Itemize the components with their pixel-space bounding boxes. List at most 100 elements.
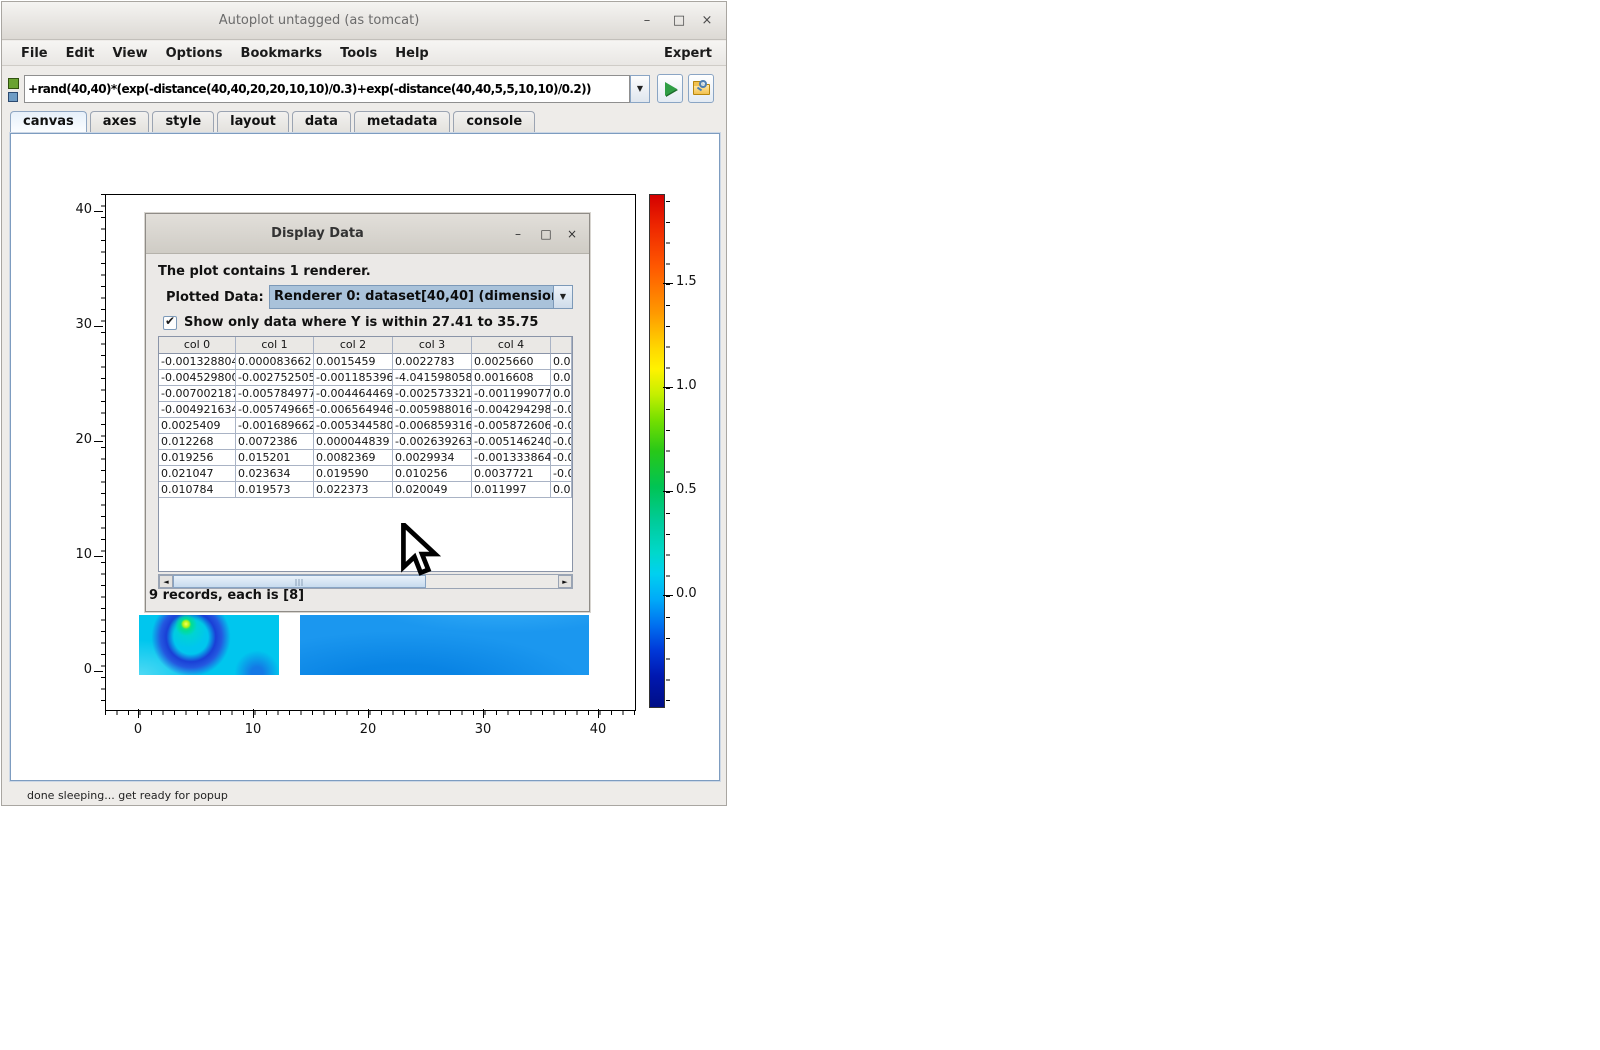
dialog-minimize-button[interactable]: – bbox=[507, 223, 529, 245]
x-tick-label: 20 bbox=[348, 722, 388, 737]
dialog-close-button[interactable]: × bbox=[561, 223, 583, 245]
table-cell[interactable]: 0.019256 bbox=[159, 450, 236, 466]
table-cell[interactable]: -0.006859316... bbox=[393, 418, 472, 434]
table-cell[interactable]: -0.001689662... bbox=[236, 418, 314, 434]
scrollbar-thumb[interactable] bbox=[173, 575, 426, 588]
column-header[interactable]: col 3 bbox=[393, 337, 472, 354]
tab-style[interactable]: style bbox=[152, 111, 214, 133]
table-cell[interactable]: 0.020049 bbox=[393, 482, 472, 498]
column-header[interactable]: col 1 bbox=[236, 337, 314, 354]
table-cell[interactable]: -0.001185396... bbox=[314, 370, 393, 386]
table-cell[interactable]: 0.0016608 bbox=[472, 370, 551, 386]
tab-metadata[interactable]: metadata bbox=[354, 111, 450, 133]
scroll-right-arrow-icon[interactable]: ► bbox=[558, 575, 572, 588]
table-cell[interactable]: -0.005749665... bbox=[236, 402, 314, 418]
table-cell[interactable]: -0.005784977... bbox=[236, 386, 314, 402]
table-cell[interactable]: -0.005872606... bbox=[472, 418, 551, 434]
table-cell[interactable]: -0.0 bbox=[551, 418, 572, 434]
table-cell[interactable]: -0.0 bbox=[551, 466, 572, 482]
table-cell[interactable]: -0.005146240... bbox=[472, 434, 551, 450]
table-cell[interactable]: 0.010784 bbox=[159, 482, 236, 498]
table-cell[interactable]: 0.0037721 bbox=[472, 466, 551, 482]
menu-item-edit[interactable]: Edit bbox=[57, 43, 104, 64]
horizontal-scrollbar[interactable]: ◄ ► bbox=[158, 574, 573, 589]
expert-mode-label[interactable]: Expert bbox=[664, 46, 716, 61]
table-cell[interactable]: -0.004294298... bbox=[472, 402, 551, 418]
table-cell[interactable]: -0.002639263... bbox=[393, 434, 472, 450]
table-cell[interactable]: -0.0 bbox=[551, 450, 572, 466]
table-cell[interactable]: 0.000044839 bbox=[314, 434, 393, 450]
table-cell[interactable]: -0.001199077... bbox=[472, 386, 551, 402]
table-cell[interactable]: 0.011997 bbox=[472, 482, 551, 498]
table-cell[interactable]: 0.00 bbox=[551, 354, 572, 370]
table-cell[interactable]: 0.010256 bbox=[393, 466, 472, 482]
data-table[interactable]: col 0col 1col 2col 3col 4 -0.001328804...… bbox=[158, 336, 573, 572]
menu-item-view[interactable]: View bbox=[103, 43, 156, 64]
column-header[interactable] bbox=[551, 337, 572, 354]
table-cell[interactable]: -0.005344580... bbox=[314, 418, 393, 434]
table-cell[interactable]: -0.004921634... bbox=[159, 402, 236, 418]
table-cell[interactable]: 0.019573 bbox=[236, 482, 314, 498]
table-cell[interactable]: -0.001333864... bbox=[472, 450, 551, 466]
menu-item-options[interactable]: Options bbox=[157, 43, 232, 64]
table-cell[interactable]: 0.0082369 bbox=[314, 450, 393, 466]
filter-checkbox[interactable]: ✔ bbox=[163, 316, 177, 330]
table-cell[interactable]: -0.004529800... bbox=[159, 370, 236, 386]
column-header[interactable]: col 2 bbox=[314, 337, 393, 354]
menu-item-tools[interactable]: Tools bbox=[331, 43, 386, 64]
minimize-button[interactable]: – bbox=[636, 10, 658, 32]
table-cell[interactable]: 0.021047 bbox=[159, 466, 236, 482]
table-cell[interactable]: 0.0029934 bbox=[393, 450, 472, 466]
uri-input[interactable]: +rand(40,40)*(exp(-distance(40,40,20,20,… bbox=[24, 75, 630, 103]
table-cell[interactable]: 0.00 bbox=[551, 482, 572, 498]
maximize-button[interactable]: □ bbox=[668, 10, 690, 32]
table-cell[interactable]: 0.019590 bbox=[314, 466, 393, 482]
table-cell[interactable]: -0.006564946... bbox=[314, 402, 393, 418]
table-cell[interactable]: 0.023634 bbox=[236, 466, 314, 482]
dialog-maximize-button[interactable]: □ bbox=[535, 223, 557, 245]
tab-console[interactable]: console bbox=[453, 111, 535, 133]
table-cell[interactable]: -0.002573321... bbox=[393, 386, 472, 402]
x-tick-label: 30 bbox=[463, 722, 503, 737]
y-axis-minor-ticks bbox=[101, 194, 105, 711]
table-cell[interactable]: 0.00 bbox=[551, 370, 572, 386]
close-button[interactable]: × bbox=[696, 10, 718, 32]
go-button[interactable] bbox=[657, 74, 683, 103]
table-cell[interactable]: -0.0 bbox=[551, 434, 572, 450]
plotted-data-combobox[interactable]: Renderer 0: dataset[40,40] (dimension...… bbox=[269, 285, 573, 309]
table-cell[interactable]: 0.0025660 bbox=[472, 354, 551, 370]
scroll-left-arrow-icon[interactable]: ◄ bbox=[159, 575, 173, 588]
uri-dropdown-button[interactable]: ▼ bbox=[630, 75, 650, 103]
menu-item-help[interactable]: Help bbox=[386, 43, 437, 64]
column-header[interactable]: col 4 bbox=[472, 337, 551, 354]
y-major-tick bbox=[94, 211, 103, 212]
menu-item-bookmarks[interactable]: Bookmarks bbox=[232, 43, 332, 64]
table-cell[interactable]: 0.0022783 bbox=[393, 354, 472, 370]
table-cell[interactable]: 0.015201 bbox=[236, 450, 314, 466]
chevron-down-icon[interactable]: ▼ bbox=[553, 286, 572, 308]
column-header[interactable]: col 0 bbox=[159, 337, 236, 354]
table-cell[interactable]: -0.0 bbox=[551, 402, 572, 418]
table-cell[interactable]: -0.007002187... bbox=[159, 386, 236, 402]
tab-layout[interactable]: layout bbox=[217, 111, 289, 133]
table-cell[interactable]: 0.000083662 bbox=[236, 354, 314, 370]
tab-canvas[interactable]: canvas bbox=[10, 111, 87, 133]
table-cell[interactable]: 0.0025409 bbox=[159, 418, 236, 434]
table-cell[interactable]: -0.004464469... bbox=[314, 386, 393, 402]
tab-data[interactable]: data bbox=[292, 111, 351, 133]
colorbar-tick-label: 0.5 bbox=[676, 482, 710, 497]
menu-item-file[interactable]: File bbox=[12, 43, 57, 64]
table-cell[interactable]: 0.0015459 bbox=[314, 354, 393, 370]
table-cell[interactable]: -0.005988016... bbox=[393, 402, 472, 418]
tab-axes[interactable]: axes bbox=[90, 111, 150, 133]
table-cell[interactable]: 0.0072386 bbox=[236, 434, 314, 450]
table-cell[interactable]: -4.041598058... bbox=[393, 370, 472, 386]
x-major-tick bbox=[368, 709, 369, 718]
status-bar: done sleeping... get ready for popup bbox=[2, 783, 726, 807]
table-cell[interactable]: -0.001328804... bbox=[159, 354, 236, 370]
table-cell[interactable]: 0.022373 bbox=[314, 482, 393, 498]
table-cell[interactable]: 0.012268 bbox=[159, 434, 236, 450]
inspect-uri-button[interactable] bbox=[688, 74, 714, 103]
table-cell[interactable]: -0.002752505... bbox=[236, 370, 314, 386]
table-cell[interactable]: 0.00 bbox=[551, 386, 572, 402]
